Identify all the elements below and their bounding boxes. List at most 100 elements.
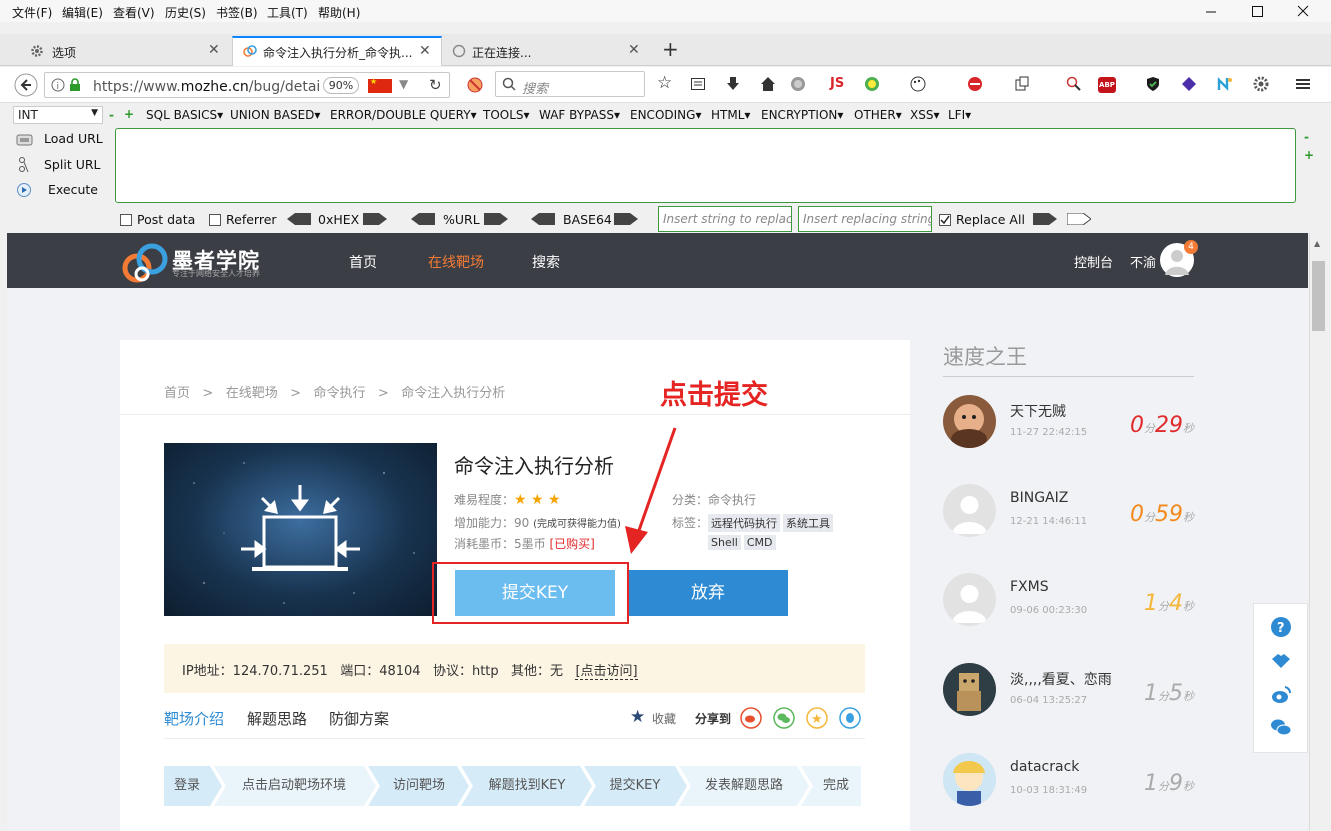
info-icon[interactable]: i [51,78,65,92]
url-encode-arrow-icon[interactable] [484,213,508,225]
address-bar[interactable]: i https://www.mozhe.cn/bug/detai 90% ★ ▼… [44,72,450,98]
grow-textarea-icon[interactable]: + [1304,148,1314,162]
addon-search-icon[interactable] [1066,76,1084,94]
hex-encode-arrow-icon[interactable] [363,213,387,225]
addon-gear-icon[interactable] [1253,76,1271,94]
tab-defense[interactable]: 防御方案 [329,708,389,729]
weibo-share-icon[interactable] [740,707,762,729]
leader-name[interactable]: BINGAIZ [1010,490,1068,506]
menu-tools[interactable]: 工具(T) [267,4,308,21]
leaderboard-item[interactable]: 天下无贼 11-27 22:42:15 0分29秒 [943,395,1194,455]
weibo-icon[interactable] [1270,684,1292,706]
breadcrumb-home[interactable]: 首页 [164,386,190,401]
tag[interactable]: 远程代码执行 [708,514,781,532]
leaderboard-item[interactable]: FXMS 09-06 00:23:30 1分4秒 [943,573,1194,633]
tag[interactable]: Shell [708,535,741,550]
plus-icon[interactable]: + [124,107,134,121]
post-data-checkbox[interactable]: Post data [120,212,195,227]
tag[interactable]: 系统工具 [783,514,834,532]
dropdown-icon[interactable]: ▼ [399,77,408,91]
menu-waf-bypass[interactable]: WAF BYPASS▾ [539,108,620,122]
url-textarea[interactable] [115,128,1296,203]
user-name[interactable]: 不渝 [1130,252,1156,271]
tab-solution-ideas[interactable]: 解题思路 [247,708,307,729]
tab-intro[interactable]: 靶场介绍 [164,708,224,729]
menu-edit[interactable]: 编辑(E) [62,4,103,21]
leader-name[interactable]: FXMS [1010,579,1049,595]
url-decode-arrow-icon[interactable] [411,213,435,225]
give-up-button[interactable]: 放弃 [628,570,788,616]
menu-other[interactable]: OTHER▾ [854,108,902,122]
addon-n-icon[interactable] [1217,76,1235,94]
scrollbar-thumb[interactable] [1312,261,1325,331]
addon-color-icon[interactable] [864,76,882,94]
menu-encoding[interactable]: ENCODING▾ [630,108,701,122]
tab-connecting[interactable]: 正在连接... ✕ [442,36,654,66]
menu-encryption[interactable]: ENCRYPTION▾ [761,108,843,122]
nav-console[interactable]: 控制台 [1074,252,1113,271]
blocked-icon[interactable] [466,76,484,94]
shrink-textarea-icon[interactable]: - [1304,130,1309,144]
breadcrumb-category[interactable]: 命令执行 [313,386,365,401]
breadcrumb-online-range[interactable]: 在线靶场 [226,386,278,401]
menu-lfi[interactable]: LFI▾ [948,108,971,122]
int-select[interactable]: INT ▼ [13,106,103,124]
qq-share-icon[interactable] [839,707,861,729]
addon-purple-icon[interactable] [1181,76,1199,94]
menu-xss[interactable]: XSS▾ [910,108,939,122]
collect-star-icon[interactable]: ★ [630,707,645,727]
avatar[interactable] [943,484,996,537]
replace-all-checkbox[interactable]: Replace All [939,212,1025,227]
reading-list-icon[interactable] [690,76,708,94]
menu-tools[interactable]: TOOLS▾ [483,108,530,122]
scroll-up-icon[interactable]: ▲ [1314,239,1320,248]
tag[interactable]: CMD [743,535,776,550]
search-input[interactable]: 搜索 [495,71,645,97]
collect-label[interactable]: 收藏 [652,710,676,727]
close-window-button[interactable] [1293,3,1313,19]
wechat-share-icon[interactable] [773,707,795,729]
tab-options[interactable]: 选项 ✕ [14,36,232,66]
minimize-button[interactable] [1201,3,1221,19]
close-tab-icon[interactable]: ✕ [208,42,220,58]
bookmark-star-icon[interactable]: ☆ [657,73,675,93]
reload-icon[interactable]: ↻ [429,76,442,94]
nav-home[interactable]: 首页 [349,252,377,272]
find-string-input[interactable]: Insert string to replace [658,206,792,232]
menu-history[interactable]: 历史(S) [165,4,206,21]
page-scrollbar[interactable]: ▲ [1309,233,1327,831]
replace-run-icon[interactable] [1067,213,1091,225]
close-tab-icon[interactable]: ✕ [419,43,431,59]
base64-encode-arrow-icon[interactable] [614,213,638,225]
addon-palette-icon[interactable] [910,76,928,94]
back-button[interactable] [14,73,38,97]
menu-bookmarks[interactable]: 书签(B) [216,4,258,21]
close-tab-icon[interactable]: ✕ [628,42,640,58]
addon-globe-icon[interactable] [790,76,808,94]
qzone-share-icon[interactable]: ★ [806,707,828,729]
shield-icon[interactable] [1145,76,1163,94]
visit-link[interactable]: [点击访问] [575,664,638,680]
download-icon[interactable] [725,76,743,94]
menu-help[interactable]: 帮助(H) [318,4,360,21]
menu-sql-basics[interactable]: SQL BASICS▾ [146,108,223,122]
menu-view[interactable]: 查看(V) [113,4,155,21]
tab-challenge[interactable]: 命令注入执行分析_命令执... ✕ [232,36,442,66]
wechat-icon[interactable] [1270,716,1292,738]
hamburger-menu-icon[interactable] [1295,76,1313,94]
zoom-level[interactable]: 90% [323,77,359,94]
menu-union-based[interactable]: UNION BASED▾ [230,108,320,122]
nav-search[interactable]: 搜索 [532,252,560,272]
replace-string-input[interactable]: Insert replacing string [798,206,932,232]
help-icon[interactable]: ? [1270,616,1292,638]
avatar[interactable] [943,573,996,626]
site-logo-icon[interactable] [120,240,170,284]
nav-online-range[interactable]: 在线靶场 [428,252,484,272]
leader-name[interactable]: datacrack [1010,759,1079,775]
leaderboard-item[interactable]: BINGAIZ 12-21 14:46:11 0分59秒 [943,484,1194,544]
menu-error-double-query[interactable]: ERROR/DOUBLE QUERY▾ [330,108,477,122]
minus-icon[interactable]: - [109,108,114,122]
addon-copy-icon[interactable] [1014,76,1032,94]
handshake-icon[interactable] [1270,649,1292,671]
maximize-button[interactable] [1247,3,1267,19]
